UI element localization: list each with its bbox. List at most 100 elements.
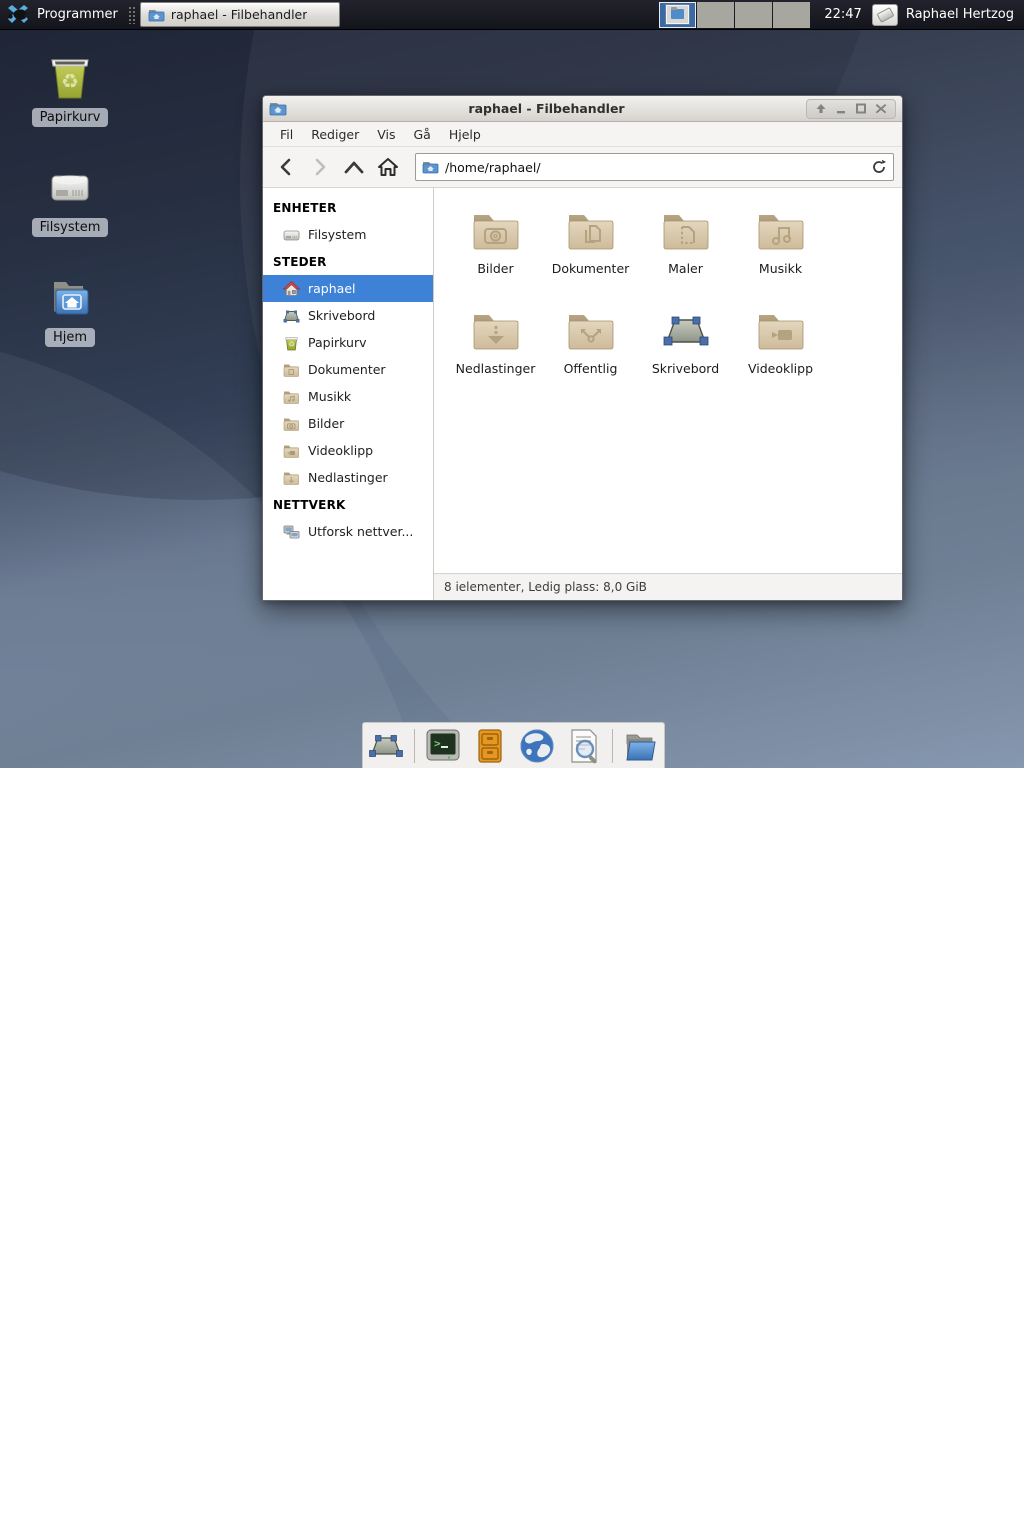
sidebar-section-places: STEDER (263, 248, 433, 275)
svg-text:♻: ♻ (288, 340, 294, 348)
task-button-filemanager[interactable]: raphael - Filbehandler (140, 2, 340, 27)
forward-button[interactable] (305, 152, 335, 182)
svg-text:♻: ♻ (61, 69, 79, 93)
folder-pictures-icon (471, 206, 521, 256)
back-icon (277, 158, 295, 176)
sidebar-item-music[interactable]: Musikk (263, 383, 433, 410)
sidebar-item-pictures[interactable]: Bilder (263, 410, 433, 437)
folder-downloads-icon (471, 306, 521, 356)
sidebar-item-videos[interactable]: Videoklipp (263, 437, 433, 464)
sidebar-item-browse-network[interactable]: Utforsk nettver... (263, 518, 433, 545)
panel-user-name[interactable]: Raphael Hertzog (906, 7, 1014, 22)
sidebar-item-label: Papirkurv (308, 335, 367, 350)
sidebar-item-label: Nedlastinger (308, 470, 388, 485)
file-label: Videoklipp (748, 361, 813, 376)
workspace-4[interactable] (773, 2, 810, 28)
file-view[interactable]: Bilder Dokumenter (434, 188, 902, 573)
sidebar-section-devices: ENHETER (263, 194, 433, 221)
file-cabinet-icon[interactable] (471, 727, 509, 765)
drive-icon (283, 227, 300, 243)
close-button[interactable] (873, 102, 889, 116)
menu-help[interactable]: Hjelp (440, 124, 490, 145)
file-item-dokumenter[interactable]: Dokumenter (543, 198, 638, 298)
sidebar-item-filesystem[interactable]: Filsystem (263, 221, 433, 248)
menu-bar: Fil Rediger Vis Gå Hjelp (263, 122, 902, 147)
user-badge-icon[interactable] (872, 4, 898, 26)
toolbar: /home/raphael/ (263, 147, 902, 188)
web-browser-icon[interactable] (518, 727, 556, 765)
workspace-3[interactable] (735, 2, 772, 28)
minimize-button[interactable] (833, 102, 849, 116)
drive-icon (45, 162, 95, 212)
menu-file[interactable]: Fil (271, 124, 302, 145)
file-label: Dokumenter (552, 261, 630, 276)
dock-separator (612, 729, 613, 763)
folder-public-icon (566, 306, 616, 356)
sidebar-item-documents[interactable]: Dokumenter (263, 356, 433, 383)
top-panel: Programmer raphael - Filbehandler 22:47 … (0, 0, 1024, 30)
home-folder-icon (45, 272, 95, 322)
show-desktop-icon[interactable] (367, 727, 405, 765)
file-item-bilder[interactable]: Bilder (448, 198, 543, 298)
file-label: Skrivebord (652, 361, 719, 376)
path-input[interactable]: /home/raphael/ (445, 160, 865, 175)
sidebar-section-network: NETTVERK (263, 491, 433, 518)
folder-pictures-icon (283, 416, 300, 432)
shade-button[interactable] (813, 102, 829, 116)
up-button[interactable] (339, 152, 369, 182)
sidebar-item-desktop[interactable]: Skrivebord (263, 302, 433, 329)
menu-edit[interactable]: Rediger (302, 124, 368, 145)
file-item-nedlastinger[interactable]: Nedlastinger (448, 298, 543, 398)
maximize-button[interactable] (853, 102, 869, 116)
panel-clock[interactable]: 22:47 (824, 7, 861, 22)
trash-icon: ♻ (45, 52, 95, 102)
home-icon (377, 157, 399, 177)
desktop-icon-home[interactable]: Hjem (15, 272, 125, 347)
open-folder-icon[interactable] (622, 727, 660, 765)
task-button-label: raphael - Filbehandler (171, 7, 308, 22)
forward-icon (311, 158, 329, 176)
desktop-icon-trash[interactable]: ♻ Papirkurv (15, 52, 125, 127)
file-label: Musikk (759, 261, 802, 276)
places-sidebar: ENHETER Filsystem STEDER raphael Skriveb… (263, 188, 434, 600)
file-label: Nedlastinger (456, 361, 536, 376)
workspace-1-active[interactable] (659, 2, 696, 28)
back-button[interactable] (271, 152, 301, 182)
mini-folder-icon (671, 9, 684, 19)
folder-videos-icon (283, 443, 300, 459)
file-item-offentlig[interactable]: Offentlig (543, 298, 638, 398)
file-item-videoklipp[interactable]: Videoklipp (733, 298, 828, 398)
file-label: Offentlig (564, 361, 618, 376)
file-item-musikk[interactable]: Musikk (733, 198, 828, 298)
desktop-icon-label: Filsystem (32, 218, 109, 237)
file-item-maler[interactable]: Maler (638, 198, 733, 298)
trash-icon: ♻ (283, 335, 300, 351)
svg-text:>: > (434, 737, 441, 750)
menu-go[interactable]: Gå (405, 124, 440, 145)
home-button[interactable] (373, 152, 403, 182)
app-finder-icon[interactable] (565, 727, 603, 765)
window-titlebar[interactable]: raphael - Filbehandler (263, 96, 902, 122)
window-title: raphael - Filbehandler (287, 101, 806, 116)
taskbar-handle (128, 6, 136, 24)
reload-icon[interactable] (871, 159, 887, 175)
folder-documents-icon (566, 206, 616, 256)
xfce-mouse-icon (6, 5, 30, 25)
sidebar-item-label: Utforsk nettver... (308, 524, 413, 539)
workspace-mini-window (666, 5, 689, 24)
sidebar-item-trash[interactable]: ♻ Papirkurv (263, 329, 433, 356)
file-item-skrivebord[interactable]: Skrivebord (638, 298, 733, 398)
terminal-icon[interactable]: > (424, 727, 462, 765)
network-icon (283, 524, 300, 540)
file-label: Bilder (477, 261, 513, 276)
workspace-2[interactable] (697, 2, 734, 28)
folder-videos-icon (756, 306, 806, 356)
menu-view[interactable]: Vis (368, 124, 404, 145)
desktop-icon-filesystem[interactable]: Filsystem (15, 162, 125, 237)
sidebar-item-raphael[interactable]: raphael (263, 275, 433, 302)
file-manager-window: raphael - Filbehandler Fil Rediger Vis G… (262, 95, 903, 601)
sidebar-item-downloads[interactable]: Nedlastinger (263, 464, 433, 491)
bottom-dock: > (362, 722, 665, 768)
path-bar[interactable]: /home/raphael/ (415, 153, 894, 181)
applications-menu-button[interactable]: Programmer (0, 0, 128, 29)
